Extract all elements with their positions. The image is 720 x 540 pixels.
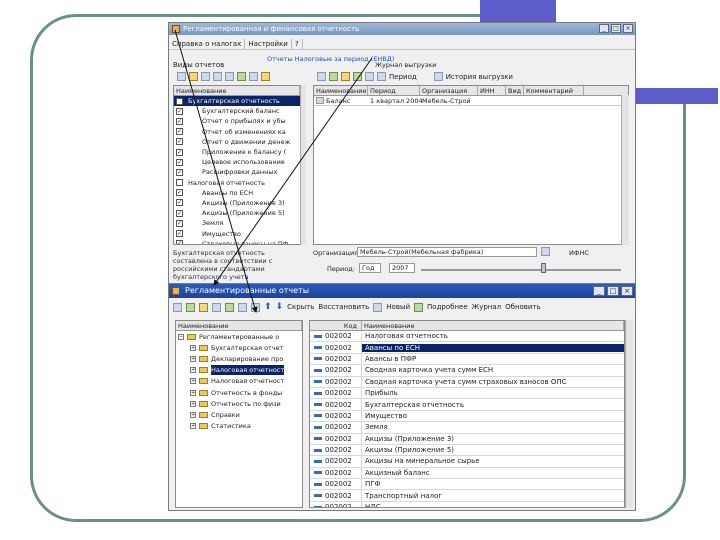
arrow-line xyxy=(174,29,258,313)
arrow-line xyxy=(213,57,373,286)
annotation-arrows xyxy=(174,29,373,313)
